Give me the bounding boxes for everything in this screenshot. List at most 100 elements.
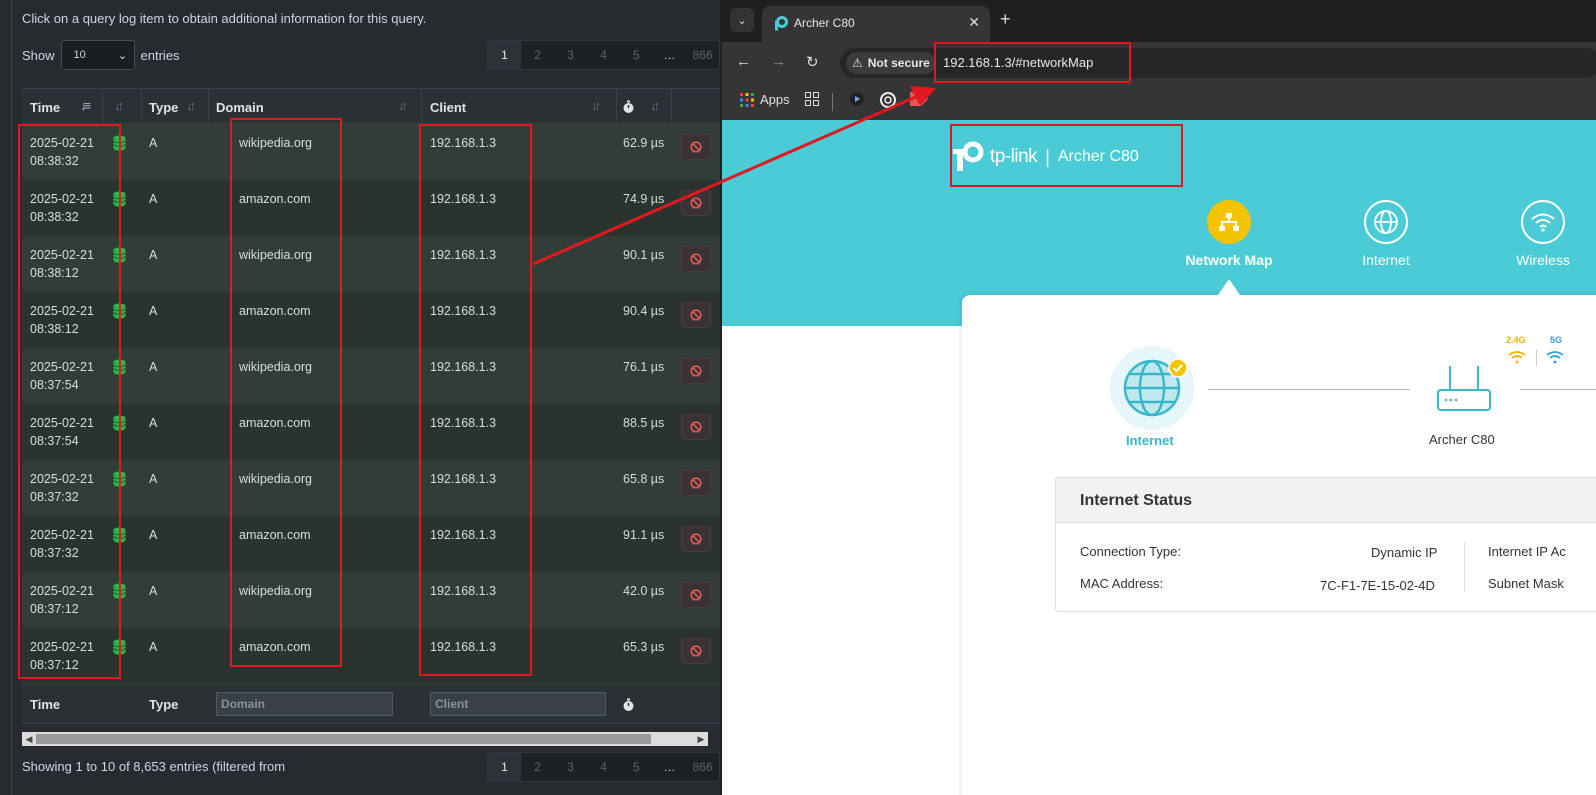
stopwatch-icon <box>623 698 634 711</box>
page-button[interactable]: 3 <box>554 41 587 69</box>
nav-network-map[interactable]: Network Map <box>1169 200 1289 268</box>
page-button[interactable]: … <box>653 753 686 781</box>
table-row[interactable]: 2025-02-21 08:37:12 Aamazon.com 192.168.1.3… <box>22 628 720 684</box>
pagination-top: 1 2 3 4 5… 866 <box>487 40 720 70</box>
row-type: A <box>149 416 158 430</box>
router-icon <box>1437 366 1491 411</box>
openai-icon <box>880 92 896 108</box>
bookmark-1[interactable] <box>850 92 864 106</box>
page-button[interactable]: 1 <box>488 41 521 69</box>
row-duration: 74.9 µs <box>623 192 665 206</box>
connection-type-label: Connection Type: <box>1080 544 1181 559</box>
block-button[interactable] <box>681 246 711 272</box>
band-24-label: 2.4G <box>1506 335 1526 345</box>
block-button[interactable] <box>681 526 711 552</box>
annotation-box-url <box>934 42 1131 83</box>
nav-label: Internet <box>1362 252 1410 268</box>
globe-icon <box>1364 200 1408 244</box>
router-node[interactable] <box>1436 364 1492 417</box>
forward-icon[interactable]: → <box>771 53 786 70</box>
block-button[interactable] <box>681 414 711 440</box>
page-button[interactable]: 3 <box>554 753 587 781</box>
table-row[interactable]: 2025-02-21 08:37:32 Aamazon.com 192.168.1.3… <box>22 516 720 572</box>
block-button[interactable] <box>681 190 711 216</box>
page-button[interactable]: 4 <box>587 41 620 69</box>
table-row[interactable]: 2025-02-21 08:37:54 Aamazon.com 192.168.1.3… <box>22 404 720 460</box>
row-type: A <box>149 584 158 598</box>
mac-label: MAC Address: <box>1080 576 1164 591</box>
bookmark-3[interactable] <box>910 92 928 106</box>
page-button[interactable]: … <box>653 41 686 69</box>
table-row[interactable]: 2025-02-21 08:38:32 Aamazon.com 192.168.1.3… <box>22 180 720 236</box>
security-chip[interactable]: ⚠ Not secure <box>846 52 936 74</box>
table-row[interactable]: 2025-02-21 08:37:12 Awikipedia.org 192.168.… <box>22 572 720 628</box>
page-button[interactable]: 866 <box>686 753 719 781</box>
block-button[interactable] <box>681 470 711 496</box>
status-divider <box>1464 542 1465 592</box>
back-icon[interactable]: ← <box>736 53 751 70</box>
table-row[interactable]: 2025-02-21 08:38:32 Awikipedia.org 192.168.… <box>22 124 720 180</box>
row-duration: 42.0 µs <box>623 584 665 598</box>
bookmark-2[interactable] <box>880 92 896 108</box>
table-row[interactable]: 2025-02-21 08:37:32 Awikipedia.org 192.168.… <box>22 460 720 516</box>
page-button[interactable]: 2 <box>521 41 554 69</box>
wifi-icon <box>1521 200 1565 244</box>
tab-search-icon[interactable]: ⌄ <box>730 8 754 32</box>
page-size-value: 10 <box>73 49 86 61</box>
page-button[interactable]: 4 <box>587 753 620 781</box>
domain-filter-input[interactable]: Domain <box>216 692 393 716</box>
page-button[interactable]: 866 <box>686 41 719 69</box>
sort-icon[interactable]: ↓↑ <box>114 98 124 113</box>
block-button[interactable] <box>681 638 711 664</box>
active-nav-pointer <box>1218 279 1240 295</box>
bookmark-grid[interactable] <box>805 92 819 106</box>
bookmark-apps[interactable]: Apps <box>740 92 790 107</box>
block-icon <box>690 477 702 489</box>
nav-internet[interactable]: Internet <box>1326 200 1446 268</box>
block-icon <box>690 197 702 209</box>
scroll-left-icon[interactable]: ◀ <box>22 732 36 746</box>
horizontal-scrollbar[interactable]: ◀ ▶ <box>22 732 708 746</box>
page-button[interactable]: 2 <box>521 753 554 781</box>
sort-desc-icon[interactable]: ↓≡ <box>80 98 91 113</box>
internet-node[interactable] <box>1110 346 1194 430</box>
mac-value: 7C-F1-7E-15-02-4D <box>1320 578 1435 593</box>
table-row[interactable]: 2025-02-21 08:38:12 Awikipedia.org 192.168.… <box>22 236 720 292</box>
reload-icon[interactable]: ↻ <box>806 53 819 71</box>
col-type[interactable]: Type <box>149 89 178 125</box>
apps-label: Apps <box>760 92 790 107</box>
page-button[interactable]: 5 <box>620 753 653 781</box>
sort-icon[interactable]: ↓↑ <box>650 98 660 113</box>
nav-wireless[interactable]: Wireless <box>1483 200 1596 268</box>
table-row[interactable]: 2025-02-21 08:37:54 Awikipedia.org 192.168.… <box>22 348 720 404</box>
table-row[interactable]: 2025-02-21 08:38:12 Aamazon.com 192.168.1.3… <box>22 292 720 348</box>
page-button[interactable]: 1 <box>488 753 521 781</box>
col-time[interactable]: Time <box>30 89 60 125</box>
block-button[interactable] <box>681 302 711 328</box>
table-footer: Time Type Domain Client <box>22 684 720 724</box>
client-filter-input[interactable]: Client <box>430 692 606 716</box>
not-secure-label: Not secure <box>867 56 930 70</box>
block-button[interactable] <box>681 134 711 160</box>
close-tab-icon[interactable]: ✕ <box>968 14 980 31</box>
row-duration: 90.1 µs <box>623 248 665 262</box>
bookmark-divider <box>832 93 833 111</box>
block-button[interactable] <box>681 358 711 384</box>
stopwatch-icon[interactable] <box>622 100 635 114</box>
block-icon <box>690 533 702 545</box>
page-button[interactable]: 5 <box>620 41 653 69</box>
connection-line <box>1520 389 1596 390</box>
annotation-box-domain <box>230 118 342 667</box>
new-tab-icon[interactable]: + <box>1000 9 1011 30</box>
page-size-select[interactable]: 10 ⌄ <box>60 40 135 70</box>
scrollbar-thumb[interactable] <box>36 734 651 744</box>
row-duration: 62.9 µs <box>623 136 665 150</box>
col-client[interactable]: Client <box>430 89 466 125</box>
sort-icon[interactable]: ↓↑ <box>591 98 601 113</box>
wifi-24-icon <box>1508 351 1526 364</box>
scroll-right-icon[interactable]: ▶ <box>694 732 708 746</box>
block-button[interactable] <box>681 582 711 608</box>
sort-icon[interactable]: ↓↑ <box>398 98 408 113</box>
tab-archer[interactable]: Archer C80 ✕ <box>762 6 990 42</box>
sort-icon[interactable]: ↓↑ <box>186 98 196 113</box>
